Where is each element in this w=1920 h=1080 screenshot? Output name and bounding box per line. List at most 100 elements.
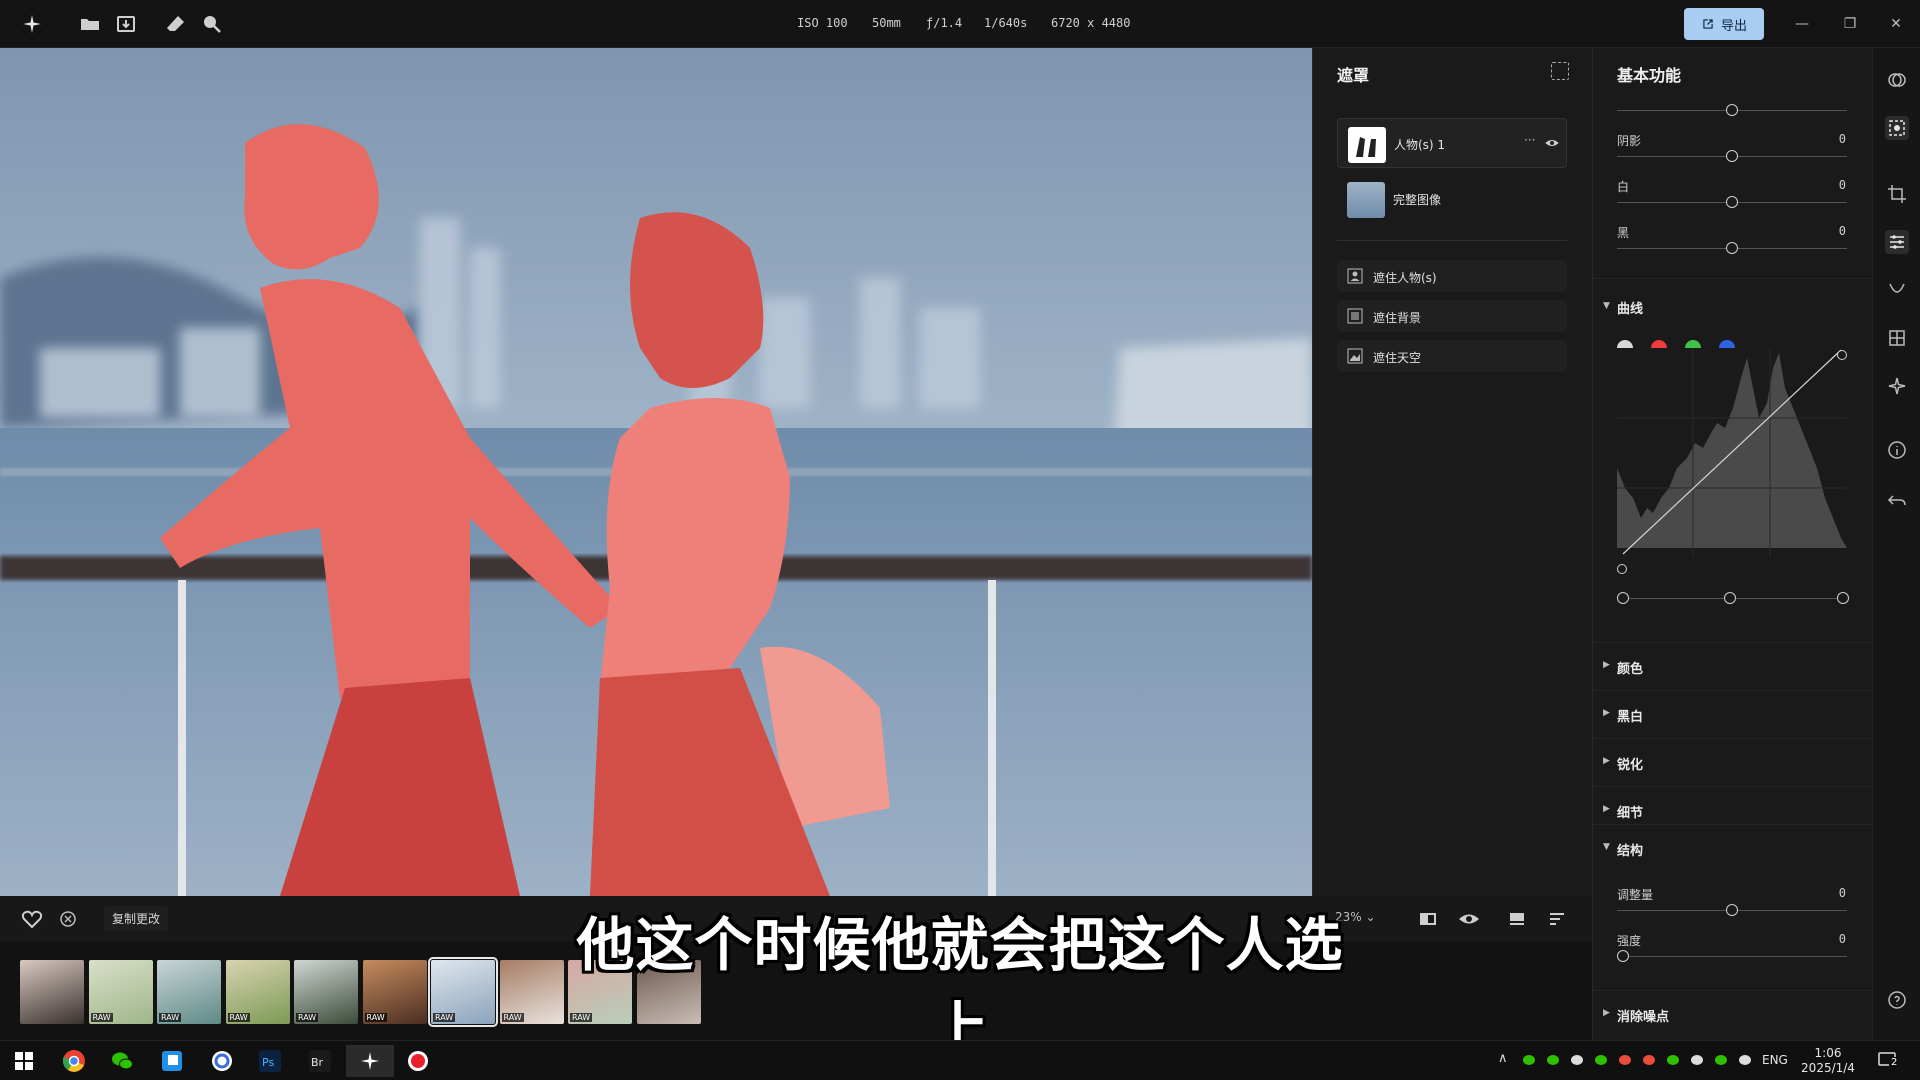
volume-icon[interactable] — [1690, 1053, 1706, 1069]
app-tray-icon[interactable] — [1618, 1053, 1634, 1069]
import-icon[interactable] — [114, 12, 138, 36]
section-collapsed[interactable]: ▶ 颜色 — [1593, 642, 1873, 690]
slider-knob[interactable] — [1726, 196, 1738, 208]
section-title: 黑白 — [1617, 710, 1644, 725]
mask-item-full-image[interactable]: 完整图像 — [1337, 174, 1567, 224]
filmstrip-thumbnail[interactable]: RAW — [294, 960, 358, 1024]
chrome-icon[interactable] — [54, 1045, 94, 1077]
info-icon[interactable] — [1885, 438, 1909, 462]
wechat-tray-icon[interactable] — [1546, 1053, 1562, 1069]
filmstrip-thumbnail[interactable]: RAW — [88, 960, 153, 1024]
clock-date: 2025/1/4 — [1801, 1061, 1855, 1075]
history-undo-icon[interactable] — [1885, 488, 1909, 512]
copy-changes-button[interactable]: 复制更改 — [104, 906, 169, 931]
ai-sparkle-icon[interactable] — [1885, 374, 1909, 398]
sort-icon[interactable] — [1545, 907, 1569, 931]
curve-black-point[interactable] — [1617, 564, 1627, 574]
minimize-icon[interactable]: — — [1790, 12, 1814, 36]
resolution-readout: 6720 x 4480 — [1051, 16, 1131, 30]
adjustments-icon[interactable] — [1885, 230, 1909, 254]
wechat-tray-icon[interactable] — [1714, 1053, 1730, 1069]
mask-item-person[interactable]: 人物(s) 1 ··· — [1337, 118, 1567, 168]
tray-expand-icon[interactable]: ∧ — [1498, 1051, 1508, 1066]
slider-value: 0 — [1838, 132, 1846, 146]
raw-badge: RAW — [501, 1013, 524, 1022]
app-logo-icon[interactable] — [20, 12, 44, 36]
raw-badge: RAW — [227, 1013, 250, 1022]
photoshop-icon[interactable]: Ps — [250, 1045, 290, 1077]
filmstrip-thumbnail[interactable]: RAW — [428, 957, 498, 1027]
mask-thumbnail — [1348, 127, 1386, 163]
slider-label: 阴影 — [1617, 134, 1642, 148]
section-structure[interactable]: ▼ 结构 — [1593, 824, 1873, 872]
section-collapsed[interactable]: ▶ 黑白 — [1593, 690, 1873, 738]
edge-browser-icon[interactable] — [152, 1045, 192, 1077]
help-icon[interactable] — [1885, 988, 1909, 1012]
system-clock[interactable]: 1:06 2025/1/4 — [1798, 1046, 1858, 1076]
mask-background-button[interactable]: 遮住背景 — [1337, 300, 1567, 332]
layers-icon[interactable] — [1885, 326, 1909, 350]
wechat-tray-icon[interactable] — [1594, 1053, 1610, 1069]
section-denoise[interactable]: ▶ 消除噪点 — [1593, 990, 1873, 1038]
presets-icon[interactable] — [1885, 68, 1909, 92]
wechat-tray-icon[interactable] — [1666, 1053, 1682, 1069]
curve-range-high-knob[interactable] — [1837, 592, 1849, 604]
filmstrip-thumbnail[interactable]: RAW — [225, 960, 290, 1024]
curve-range-low-knob[interactable] — [1617, 592, 1629, 604]
curves-section-title[interactable]: 曲线 — [1617, 298, 1643, 317]
filmstrip-toggle-icon[interactable] — [1505, 907, 1529, 931]
filmstrip-thumbnail[interactable]: RAW — [157, 960, 221, 1024]
more-options-icon[interactable]: ··· — [1524, 133, 1535, 147]
reject-icon[interactable] — [56, 907, 80, 931]
slider-track[interactable] — [1617, 956, 1847, 957]
visibility-eye-icon[interactable] — [1544, 135, 1560, 151]
slider-knob[interactable] — [1726, 104, 1738, 116]
person-icon — [1347, 268, 1363, 284]
close-icon[interactable]: ✕ — [1884, 12, 1908, 36]
retouch-icon[interactable] — [1885, 278, 1909, 302]
app-tray-icon[interactable] — [1642, 1053, 1658, 1069]
compare-icon[interactable] — [1416, 907, 1440, 931]
photo-editor-app-icon[interactable] — [346, 1045, 394, 1077]
slider-knob[interactable] — [1726, 242, 1738, 254]
expanded-arrow-icon[interactable]: ▼ — [1603, 301, 1610, 311]
language-indicator[interactable]: ENG — [1762, 1053, 1788, 1067]
eraser-icon[interactable] — [164, 12, 188, 36]
filmstrip-thumbnail[interactable] — [20, 960, 84, 1024]
filmstrip-thumbnail[interactable]: RAW — [499, 960, 564, 1024]
restore-icon[interactable]: ❐ — [1838, 12, 1862, 36]
wechat-icon[interactable] — [102, 1045, 142, 1077]
notification-icon[interactable]: 2 — [1878, 1051, 1900, 1071]
photo-canvas[interactable] — [0, 48, 1312, 896]
aperture-readout: ƒ/1.4 — [926, 16, 963, 30]
crop-icon[interactable] — [1885, 182, 1909, 206]
microphone-icon[interactable] — [1570, 1053, 1586, 1069]
collapsed-arrow-icon: ▶ — [1603, 804, 1610, 814]
section-collapsed[interactable]: ▶ 锐化 — [1593, 738, 1873, 786]
open-folder-icon[interactable] — [78, 12, 102, 36]
network-icon[interactable] — [1738, 1053, 1754, 1069]
windows-start-icon[interactable] — [4, 1045, 44, 1077]
mask-item-label: 完整图像 — [1393, 193, 1442, 207]
browser-icon[interactable] — [202, 1045, 242, 1077]
mask-people-button[interactable]: 遮住人物(s) — [1337, 260, 1567, 292]
zoom-tool-icon[interactable] — [200, 12, 224, 36]
mask-tool-icon[interactable] — [1885, 116, 1909, 140]
favorite-icon[interactable] — [20, 907, 44, 931]
export-button[interactable]: 导出 — [1684, 8, 1764, 40]
slider-knob[interactable] — [1726, 904, 1738, 916]
curve-editor[interactable] — [1617, 348, 1847, 558]
bridge-icon[interactable]: Br — [300, 1045, 340, 1077]
slider-knob[interactable] — [1617, 950, 1629, 962]
mask-sky-button[interactable]: 遮住天空 — [1337, 340, 1567, 372]
curve-white-point[interactable] — [1837, 350, 1847, 360]
preview-eye-icon[interactable] — [1457, 907, 1481, 931]
wechat-tray-icon[interactable] — [1522, 1053, 1538, 1069]
curve-range-mid-knob[interactable] — [1724, 592, 1736, 604]
slider-knob[interactable] — [1726, 150, 1738, 162]
screen-recorder-icon[interactable] — [398, 1045, 438, 1077]
shutter-readout: 1/640s — [984, 16, 1028, 30]
filmstrip-thumbnail[interactable]: RAW — [362, 960, 427, 1024]
slider-value: 0 — [1838, 178, 1846, 192]
add-mask-icon[interactable] — [1551, 62, 1569, 80]
